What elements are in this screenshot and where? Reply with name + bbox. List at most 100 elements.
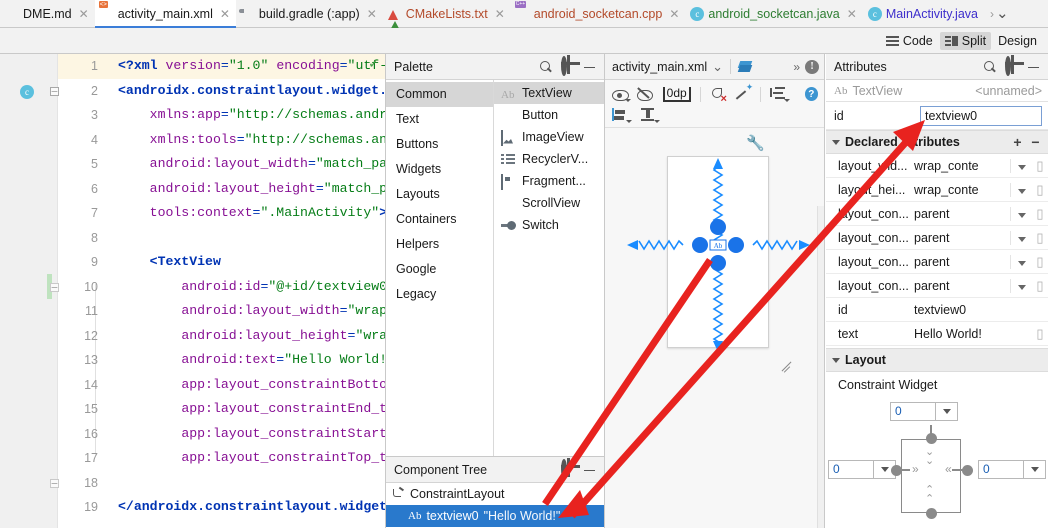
code-line[interactable]: 19 </androidx.constraintlayout.widget.Con… [58, 495, 386, 520]
remove-attribute-button[interactable]: − [1029, 135, 1042, 149]
canvas-resize-handle[interactable] [779, 356, 795, 372]
code-line[interactable]: 9 <TextView [58, 250, 386, 275]
search-icon[interactable] [538, 59, 554, 75]
vertical-bias-chevrons-down-icon[interactable]: ⌄ ⌄ [925, 447, 934, 467]
design-canvas[interactable]: 🔧 Ab [605, 130, 824, 528]
vertical-bias-chevrons-up-icon[interactable]: ⌃ ⌃ [925, 485, 934, 505]
close-icon[interactable]: ✕ [220, 7, 230, 21]
code-line[interactable]: 14 app:layout_constraintBottom_toBo [58, 373, 386, 398]
gear-icon[interactable] [560, 55, 576, 76]
palette-category-text[interactable]: Text [386, 107, 493, 132]
constraint-anchor-top[interactable] [925, 433, 937, 444]
chevron-down-icon[interactable] [1010, 182, 1032, 197]
code-line[interactable]: 7 tools:context=".MainActivity"> [58, 201, 386, 226]
mode-button-split[interactable]: Split [939, 31, 992, 50]
tree-node-constraintlayout[interactable]: ConstraintLayout [386, 483, 604, 505]
resource-picker-icon[interactable]: ▯ [1032, 326, 1048, 342]
default-margin-value[interactable]: 0dp [662, 86, 691, 102]
tab-overflow-controls[interactable]: › ⌄ [984, 0, 1015, 27]
minimize-icon[interactable] [582, 59, 598, 75]
overflow-icon[interactable]: » [793, 60, 800, 74]
attribute-value[interactable]: parent [908, 231, 1010, 245]
chevron-down-icon[interactable]: ⌄ [712, 60, 723, 73]
code-line[interactable]: 4 xmlns:tools="http://schemas.android. [58, 128, 386, 153]
attribute-row[interactable]: layout_con... parent ▯ [826, 250, 1048, 274]
chevron-down-icon[interactable] [1010, 206, 1032, 221]
tab-activity-main-xml[interactable]: activity_main.xml ✕ [94, 0, 237, 28]
code-line[interactable]: 1 <?xml version="1.0" encoding="utf-8"? [58, 54, 386, 79]
gear-icon[interactable] [560, 458, 576, 479]
tab-android-socketcan-java[interactable]: c android_socketcan.java ✕ [685, 0, 862, 28]
attribute-value[interactable]: Hello World! [908, 327, 1010, 341]
code-line[interactable]: 18 [58, 471, 386, 496]
close-icon[interactable]: ✕ [367, 7, 377, 21]
hide-constraints-icon[interactable] [637, 86, 654, 102]
id-input[interactable]: textview0 [920, 105, 1042, 126]
resource-picker-icon[interactable]: ▯ [1032, 206, 1048, 222]
help-icon[interactable]: ? [804, 87, 819, 101]
declared-attributes-section-header[interactable]: Declared Attributes + − [826, 130, 1048, 154]
resource-picker-icon[interactable]: ▯ [1032, 230, 1048, 246]
tab-build-gradle[interactable]: build.gradle (:app) ✕ [236, 0, 383, 28]
tab-cmakelists-txt[interactable]: CMakeLists.txt ✕ [383, 0, 511, 34]
code-line[interactable]: 10 android:id="@+id/textview0" [58, 275, 386, 300]
horizontal-bias-chevrons-left-icon[interactable]: « [945, 463, 952, 475]
chevron-down-icon[interactable] [832, 357, 840, 363]
close-icon[interactable]: ✕ [669, 7, 679, 21]
code-line[interactable]: 6 android:layout_height="match_parent" [58, 177, 386, 202]
margin-top-dropdown[interactable] [936, 402, 958, 421]
palette-category-google[interactable]: Google [386, 257, 493, 282]
tab-readme-md[interactable]: DME.md ✕ [0, 0, 95, 28]
attribute-row[interactable]: text Hello World! ▯ [826, 322, 1048, 346]
attribute-value[interactable]: wrap_conte [908, 183, 1010, 197]
add-attribute-button[interactable]: + [1011, 135, 1024, 149]
code-line[interactable]: 5 android:layout_width="match_parent" [58, 152, 386, 177]
code-line[interactable]: 2 <androidx.constraintlayout.widget.Const… [58, 79, 386, 104]
minimize-icon[interactable] [1026, 59, 1042, 75]
palette-item-fragment[interactable]: Fragment... [494, 170, 604, 192]
palette-category-legacy[interactable]: Legacy [386, 282, 493, 307]
close-icon[interactable]: ✕ [847, 7, 857, 21]
palette-item-scrollview[interactable]: ScrollView [494, 192, 604, 214]
mode-button-code[interactable]: Code [881, 32, 938, 50]
constraint-anchor-bottom[interactable] [925, 508, 937, 519]
chevron-down-icon[interactable] [832, 139, 840, 145]
chevron-down-icon[interactable] [1010, 278, 1032, 293]
inspection-ok-icon[interactable]: ✓ [368, 55, 380, 72]
close-icon[interactable]: ✕ [79, 7, 89, 21]
palette-category-containers[interactable]: Containers [386, 207, 493, 232]
resource-picker-icon[interactable]: ▯ [1032, 182, 1048, 198]
chevron-right-icon[interactable]: › [990, 7, 994, 21]
attribute-value[interactable]: parent [908, 279, 1010, 293]
palette-item-textview[interactable]: Ab TextView [494, 82, 604, 104]
attribute-row[interactable]: id textview0 [826, 298, 1048, 322]
attribute-value[interactable]: textview0 [908, 303, 1010, 317]
warning-icon[interactable]: ! [805, 59, 819, 74]
palette-item-imageview[interactable]: ImageView [494, 126, 604, 148]
code-line[interactable]: 16 app:layout_constraintStart_toSta [58, 422, 386, 447]
mode-button-design[interactable]: Design [605, 32, 1042, 528]
resource-picker-icon[interactable]: ▯ [1032, 254, 1048, 270]
resource-picker-icon[interactable]: ▯ [1032, 158, 1048, 174]
design-file-selector[interactable]: activity_main.xml [612, 60, 707, 74]
palette-item-switch[interactable]: Switch [494, 214, 604, 236]
margin-right-dropdown[interactable] [1024, 460, 1046, 479]
attribute-row[interactable]: layout_hei... wrap_conte ▯ [826, 178, 1048, 202]
attribute-row[interactable]: layout_con... parent ▯ [826, 202, 1048, 226]
attribute-value[interactable]: parent [908, 207, 1010, 221]
constraint-anchor-left[interactable] [891, 464, 902, 476]
palette-category-widgets[interactable]: Widgets [386, 157, 493, 182]
code-line[interactable]: 12 android:layout_height="wrap_cont [58, 324, 386, 349]
attribute-value[interactable]: wrap_conte [908, 159, 1010, 173]
align-vertical-icon[interactable] [640, 107, 660, 123]
layout-section-header[interactable]: Layout [826, 348, 1048, 372]
palette-category-helpers[interactable]: Helpers [386, 232, 493, 257]
palette-category-common[interactable]: Common [386, 82, 493, 107]
code-line[interactable]: 8 [58, 226, 386, 251]
search-icon[interactable] [982, 59, 998, 75]
palette-category-buttons[interactable]: Buttons [386, 132, 493, 157]
gear-icon[interactable] [1004, 55, 1020, 76]
palette-item-button[interactable]: Button [494, 104, 604, 126]
attribute-row[interactable]: layout_con... parent ▯ [826, 274, 1048, 298]
chevron-down-icon[interactable]: ⌄ [996, 6, 1009, 21]
